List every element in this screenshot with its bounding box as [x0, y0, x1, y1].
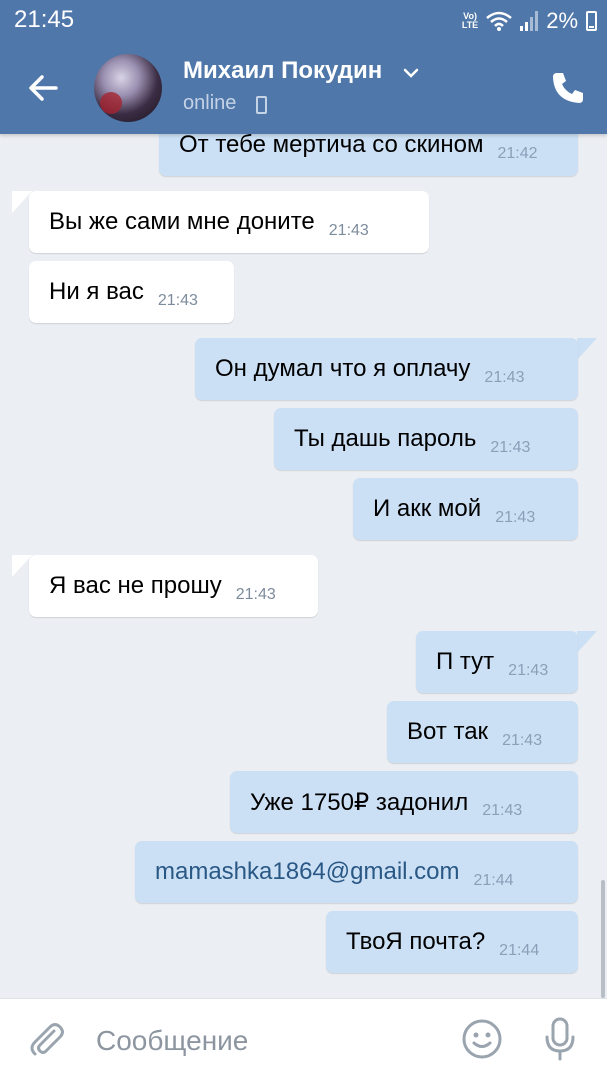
message-input[interactable]	[96, 1021, 436, 1061]
email-link[interactable]: mamashka1864@gmail.com	[155, 858, 460, 886]
message-bubble-out[interactable]: Вот так 21:43	[387, 701, 578, 763]
chevron-down-icon[interactable]	[402, 67, 420, 79]
contact-status: online	[183, 92, 237, 114]
smile-icon[interactable]	[460, 1017, 504, 1061]
signal-icon	[520, 11, 539, 31]
status-icons: Vo) LTE 2%	[462, 8, 597, 34]
message-bubble-out[interactable]: mamashka1864@gmail.com 21:44	[135, 841, 578, 903]
message-composer	[0, 998, 607, 1080]
paperclip-icon[interactable]	[26, 1019, 66, 1059]
status-time: 21:45	[14, 6, 75, 33]
message-bubble-out[interactable]: П тут 21:43	[416, 631, 578, 693]
message-bubble-out[interactable]: И акк мой 21:43	[353, 478, 578, 540]
mobile-device-icon	[256, 96, 267, 114]
battery-percent: 2%	[546, 8, 578, 33]
message-bubble-out[interactable]: Уже 1750₽ задонил 21:43	[230, 771, 578, 833]
avatar[interactable]	[94, 54, 162, 122]
battery-icon	[586, 11, 597, 31]
wifi-icon	[486, 11, 513, 31]
message-list[interactable]: От тебе мертича со скином 21:42 Вы же са…	[0, 134, 607, 998]
message-bubble-in[interactable]: Я вас не прошу 21:43	[29, 555, 318, 617]
scrollbar[interactable]	[601, 880, 605, 998]
message-bubble-out[interactable]: Ты дашь пароль 21:43	[274, 408, 578, 470]
message-bubble-out[interactable]: ТвоЯ почта? 21:44	[326, 911, 578, 973]
message-bubble-out[interactable]: От тебе мертича со скином 21:42	[159, 134, 578, 176]
phone-icon[interactable]	[548, 68, 588, 108]
microphone-icon[interactable]	[540, 1015, 580, 1063]
contact-name[interactable]: Михаил Покудин	[183, 57, 382, 85]
message-bubble-out[interactable]: Он думал что я оплачу 21:43	[195, 338, 578, 400]
message-bubble-in[interactable]: Ни я вас 21:43	[29, 261, 234, 323]
message-bubble-in[interactable]: Вы же сами мне доните 21:43	[29, 191, 429, 253]
bubble-tail	[577, 631, 597, 653]
volte-icon: Vo) LTE	[461, 11, 479, 30]
bubble-tail	[577, 338, 597, 360]
status-bar: 21:45 Vo) LTE 2%	[0, 0, 607, 40]
chat-header: Михаил Покудин online	[0, 40, 607, 134]
back-arrow-icon[interactable]	[22, 66, 66, 110]
